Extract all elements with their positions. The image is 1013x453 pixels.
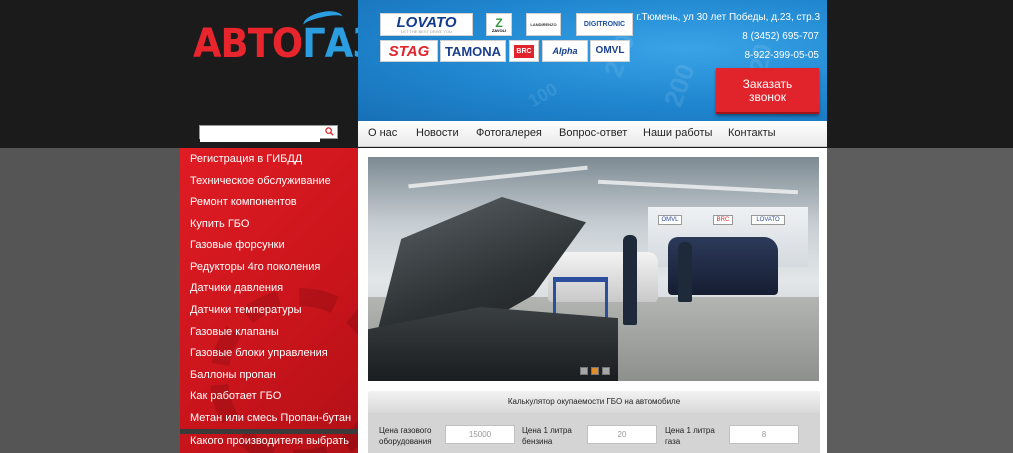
slider-dots (580, 367, 610, 375)
page: АВТОГАЗ 200 200 100 220 LOVATO LET THE B… (0, 0, 1013, 453)
sidebar-item-cylinders[interactable]: Баллоны пропан (190, 369, 276, 381)
brand-name: OMVL (595, 45, 625, 56)
photo-slider[interactable]: OMVL BRC LOVATO (368, 157, 819, 381)
nav-about[interactable]: О нас (368, 127, 397, 139)
sidebar-item-valves[interactable]: Газовые клапаны (190, 326, 279, 338)
sidebar-item-ecu[interactable]: Газовые блоки управления (190, 347, 328, 359)
sidebar-item-pressure-sensors[interactable]: Датчики давления (190, 282, 283, 294)
brand-sub: LET THE BEST DRIVE YOU (401, 29, 452, 34)
banner-deco: 100 (524, 78, 561, 112)
sidebar-menu: Регистрация в ГИБДД Техническое обслужив… (180, 148, 358, 453)
brand-name: LOVATO (396, 14, 457, 31)
logo-part1: АВТО (193, 21, 303, 67)
sidebar-item-how-it-works[interactable]: Как работает ГБО (190, 390, 281, 402)
brand-logo-zavoli[interactable]: Z ZAVOLI (486, 13, 512, 36)
nav-our-works[interactable]: Наши работы (643, 127, 712, 139)
equipment-price-input[interactable] (445, 425, 515, 444)
calc-label-line: оборудования (379, 437, 432, 446)
sidebar-item-manufacturer[interactable]: Какого производителя выбрать (190, 435, 349, 447)
calc-label-equipment: Цена газового оборудования (379, 425, 432, 447)
sidebar-item-registration[interactable]: Регистрация в ГИБДД (190, 153, 302, 165)
brand-logo-tamona[interactable]: TAMONA (440, 40, 506, 62)
calc-label-line: Цена 1 литра (522, 426, 572, 435)
slider-sign-lovato: LOVATO (751, 215, 785, 225)
brand-logo-stag[interactable]: STAG (380, 40, 438, 62)
brand-name: Z (495, 15, 503, 30)
brand-logo-lovato[interactable]: LOVATO LET THE BEST DRIVE YOU (380, 13, 473, 36)
calc-label-line: бензина (522, 437, 553, 446)
phone-1[interactable]: 8 (3452) 695-707 (742, 31, 819, 42)
nav-news[interactable]: Новости (416, 127, 459, 139)
sidebar-item-injectors[interactable]: Газовые форсунки (190, 239, 285, 251)
sidebar-item-buy[interactable]: Купить ГБО (190, 218, 249, 230)
brand-sub: ZAVOLI (491, 27, 507, 33)
brand-name: STAG (388, 42, 430, 60)
brand-logo-omvl[interactable]: OMVL (590, 40, 630, 62)
brand-name: DIGITRONIC (583, 21, 626, 28)
right-gutter (827, 148, 1013, 453)
gas-price-input[interactable] (729, 425, 799, 444)
payback-calculator: Калькулятор окупаемости ГБО на автомобил… (368, 391, 820, 453)
brand-logo-digitronic[interactable]: DIGITRONIC (576, 13, 633, 36)
nav-faq[interactable]: Вопрос-ответ (559, 127, 627, 139)
calculator-title: Калькулятор окупаемости ГБО на автомобил… (368, 391, 820, 413)
sidebar-divider (180, 429, 358, 434)
order-call-line2: звонок (749, 90, 786, 104)
sidebar-item-repair[interactable]: Ремонт компонентов (190, 196, 297, 208)
slider-beam (408, 165, 588, 189)
order-call-button[interactable]: Заказать звонок (716, 68, 819, 114)
banner-deco: 200 (657, 59, 701, 111)
brand-logo-alpha[interactable]: Alpha (542, 40, 588, 62)
nav-gallery[interactable]: Фотогалерея (476, 127, 542, 139)
brand-logo-landirenzo[interactable]: LANDIRENZO (526, 13, 561, 36)
calc-label-line: Цена газового (379, 426, 432, 435)
slider-dot-1[interactable] (580, 367, 588, 375)
slider-person (623, 235, 637, 325)
search-box (199, 125, 338, 142)
site-logo[interactable]: АВТОГАЗ (193, 8, 378, 70)
brand-name: Alpha (552, 45, 578, 56)
left-gutter (0, 148, 180, 453)
petrol-price-input[interactable] (587, 425, 657, 444)
sidebar-item-reducers[interactable]: Редукторы 4го поколения (190, 261, 320, 273)
calc-label-gas: Цена 1 литра газа (665, 425, 715, 447)
slider-beam (598, 179, 798, 195)
search-icon[interactable] (325, 127, 334, 136)
phone-2[interactable]: 8-922-399-05-05 (745, 50, 820, 61)
slider-sign-omvl: OMVL (658, 215, 682, 225)
slider-person (678, 242, 692, 302)
slider-dot-3[interactable] (602, 367, 610, 375)
main-nav: О нас Новости Фотогалерея Вопрос-ответ Н… (358, 121, 827, 147)
slider-dot-2[interactable] (591, 367, 599, 375)
logo-text: АВТОГАЗ (193, 24, 378, 64)
sidebar-item-temp-sensors[interactable]: Датчики температуры (190, 304, 301, 316)
address-text: г.Тюмень, ул 30 лет Победы, д.23, стр.3 (636, 12, 820, 23)
brand-name: LANDIRENZO (530, 21, 557, 27)
calc-label-line: Цена 1 литра (665, 426, 715, 435)
brand-name: BRC (514, 44, 534, 58)
slider-sign-brc: BRC (713, 215, 733, 225)
sidebar-item-methane-propane[interactable]: Метан или смесь Пропан-бутан (190, 412, 351, 424)
search-input[interactable] (200, 130, 320, 142)
calc-label-line: газа (665, 437, 681, 446)
sidebar-item-maintenance[interactable]: Техническое обслуживание (190, 175, 331, 187)
nav-contacts[interactable]: Контакты (728, 127, 776, 139)
calc-label-petrol: Цена 1 литра бензина (522, 425, 572, 447)
brand-name: TAMONA (444, 43, 502, 59)
brand-logo-brc[interactable]: BRC (509, 40, 539, 62)
